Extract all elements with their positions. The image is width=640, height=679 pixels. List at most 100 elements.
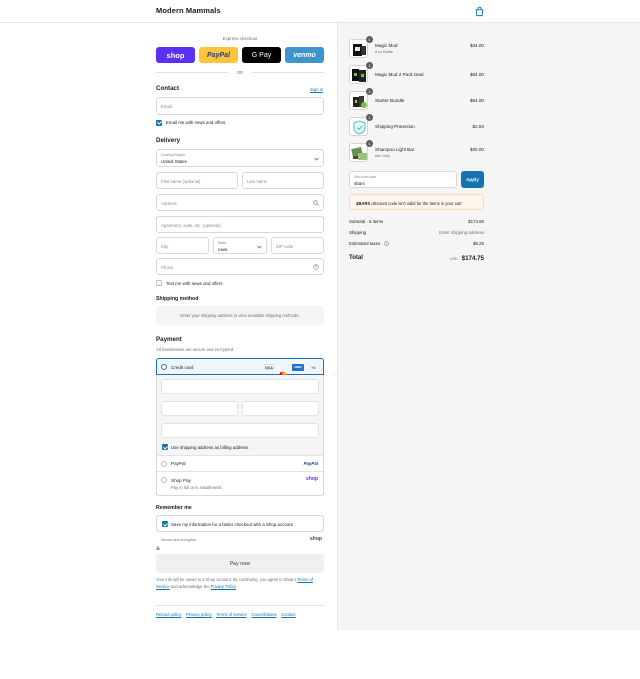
phone-field[interactable]: Phone — [156, 258, 324, 275]
discount-error-code: 4BARS — [356, 200, 371, 206]
paypal-express-button[interactable]: PayPal — [199, 47, 238, 63]
terms-of-service-footer-link[interactable]: Terms of service — [216, 612, 246, 617]
refund-policy-link[interactable]: Refund policy — [156, 612, 181, 617]
first-name-placeholder: First name (optional) — [161, 179, 201, 184]
state-select[interactable]: State Iowa — [213, 237, 267, 254]
subtotal-label: Subtotal · 5 items — [349, 219, 384, 224]
divider — [252, 72, 324, 73]
estimated-taxes-label: Estimated taxes — [349, 241, 381, 246]
paypal-option[interactable]: PayPal PayPal — [157, 456, 323, 471]
shop-logo: shop — [310, 536, 322, 542]
card-number-field[interactable] — [161, 379, 319, 394]
last-name-placeholder: Last name — [247, 179, 268, 184]
order-summary-pane — [337, 23, 640, 630]
info-icon[interactable] — [384, 241, 389, 246]
quantity-badge: 1 — [366, 36, 373, 43]
apartment-field[interactable]: Apartment, suite, etc. (optional) — [156, 216, 324, 233]
credit-card-form: Use shipping address as billing address — [157, 375, 323, 455]
payment-subtitle: All transactions are secure and encrypte… — [156, 347, 235, 352]
privacy-policy-footer-link[interactable]: Privacy policy — [186, 612, 212, 617]
cart-item-name: Starter Bundle — [375, 98, 405, 103]
country-label: Country/Region — [161, 153, 186, 157]
save-info-label: Save my information for a faster checkou… — [171, 521, 293, 527]
divider — [156, 72, 228, 73]
currency-code: USD — [450, 257, 458, 261]
credit-card-option[interactable]: Credit card VISA AMEX +4 — [156, 358, 324, 377]
amex-icon: AMEX — [292, 363, 304, 371]
or-separator: OR — [236, 69, 244, 75]
cart-item-name: Magic Mud 2 Pack Deal — [375, 72, 424, 77]
email-news-checkbox[interactable] — [156, 119, 162, 126]
security-code-field[interactable] — [242, 401, 319, 416]
google-pay-express-button[interactable]: G Pay — [242, 47, 281, 63]
save-info-checkbox[interactable] — [162, 521, 168, 527]
apartment-placeholder: Apartment, suite, etc. (optional) — [161, 223, 221, 228]
name-on-card-field[interactable] — [161, 423, 319, 438]
footer-divider — [156, 605, 324, 606]
apply-discount-button[interactable]: Apply — [461, 171, 484, 188]
venmo-express-button[interactable]: venmo — [285, 47, 324, 63]
discount-code-label: Discount code — [354, 175, 377, 179]
pay-now-label: Pay now — [229, 561, 251, 567]
zip-field[interactable]: ZIP code — [271, 237, 324, 254]
city-field[interactable]: City — [156, 237, 209, 254]
address-field[interactable]: Address — [156, 194, 324, 211]
country-select[interactable]: Country/Region United States — [156, 149, 324, 167]
credit-card-radio[interactable] — [161, 364, 167, 370]
quantity-badge: 1 — [366, 140, 373, 147]
shop-pay-express-button[interactable]: shop — [156, 47, 195, 63]
legal-text: Your info will be saved to a Shop accoun… — [156, 577, 324, 590]
contact-link[interactable]: Contact — [281, 612, 295, 617]
shop-pay-logo: shop — [306, 476, 318, 482]
product-thumbnail — [349, 39, 368, 58]
privacy-policy-link[interactable]: Privacy Policy — [211, 584, 236, 589]
discount-error-text: discount code isn't valid for the items … — [371, 200, 462, 206]
discount-code-value: 4bars — [354, 180, 365, 186]
shopping-bag-icon[interactable] — [474, 6, 485, 17]
visa-icon: VISA — [264, 364, 274, 370]
cart-item-price: $34.00 — [469, 43, 484, 48]
shop-pay-option[interactable]: Shop Pay Pay in full or in installments … — [157, 472, 323, 495]
more-cards-count: +4 — [311, 365, 316, 370]
pay-now-button[interactable]: Pay now — [156, 554, 324, 573]
chevron-down-icon — [257, 245, 262, 249]
paypal-logo: PayPal — [303, 460, 318, 466]
discount-code-field[interactable]: Discount code 4bars — [349, 171, 457, 188]
remember-me-heading: Remember me — [156, 505, 192, 511]
cart-item-name: Shipping Protection — [375, 124, 415, 129]
zip-placeholder: ZIP code — [276, 244, 294, 249]
store-name[interactable]: Modern Mammals — [156, 6, 221, 15]
email-news-label: Email me with news and offers — [166, 120, 226, 125]
estimated-taxes-value: $6.25 — [473, 241, 484, 246]
text-news-checkbox[interactable] — [156, 280, 162, 286]
text-news-label: Text me with news and offers — [166, 281, 223, 286]
sign-in-link[interactable]: Sign in — [310, 87, 323, 92]
cancellations-link[interactable]: Cancellations — [251, 612, 276, 617]
first-name-field[interactable]: First name (optional) — [156, 172, 238, 189]
shipping-method-heading: Shipping method — [156, 296, 199, 302]
billing-same-label: Use shipping address as billing address — [171, 444, 249, 450]
expiration-date-field[interactable] — [161, 401, 238, 416]
last-name-field[interactable]: Last name — [242, 172, 324, 189]
total-label: Total — [349, 255, 363, 261]
payment-heading: Payment — [156, 336, 182, 343]
billing-same-checkbox[interactable] — [162, 444, 168, 450]
quantity-badge: 1 — [366, 114, 373, 121]
cart-item-price: $54.00 — [469, 72, 484, 77]
product-thumbnail — [349, 117, 368, 136]
shipping-method-message: Enter your shipping address to view avai… — [180, 313, 300, 318]
shop-pay-radio[interactable] — [161, 477, 167, 483]
shipping-value: Enter shipping address — [439, 230, 484, 235]
chevron-down-icon — [314, 157, 319, 161]
help-icon[interactable] — [313, 264, 319, 270]
legal-text-part: Your info will be saved to a Shop accoun… — [156, 577, 297, 582]
cart-item-price: $30.00 — [469, 147, 484, 152]
express-checkout-title: Express checkout — [222, 36, 258, 41]
paypal-radio[interactable] — [161, 460, 167, 467]
total-value: $174.75 — [461, 255, 484, 262]
email-field[interactable]: Email — [156, 97, 324, 115]
delivery-heading: Delivery — [156, 137, 181, 144]
mastercard-icon — [278, 364, 288, 377]
product-thumbnail — [349, 143, 368, 162]
legal-text-end: . — [235, 583, 237, 589]
